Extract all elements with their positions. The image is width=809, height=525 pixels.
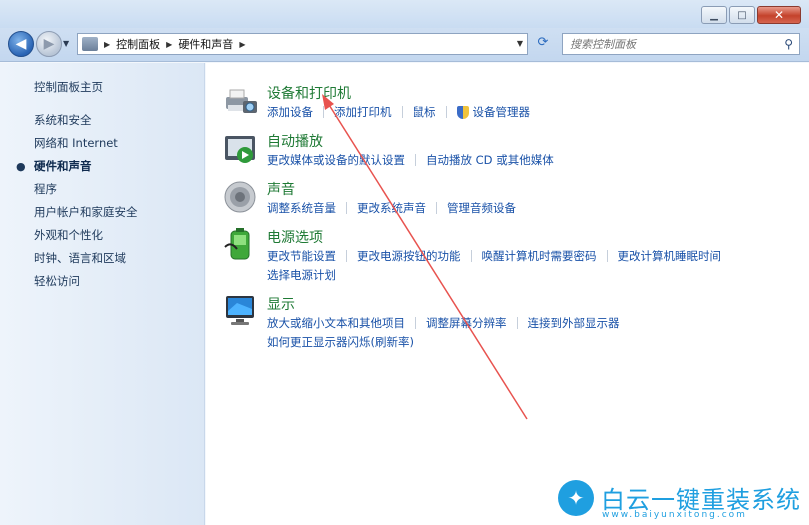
sidebar-item-user-accounts[interactable]: 用户帐户和家庭安全 — [34, 204, 138, 220]
recent-pages-dropdown-icon[interactable]: ▼ — [63, 39, 69, 48]
link-choose-power-plan[interactable]: 选择电源计划 — [267, 267, 336, 283]
link-device-manager[interactable]: 设备管理器 — [473, 104, 531, 120]
link-divider — [445, 106, 447, 118]
link-add-device[interactable]: 添加设备 — [267, 104, 313, 120]
maximize-icon: □ — [737, 9, 747, 21]
monitor-icon[interactable] — [223, 293, 259, 329]
link-screen-resolution[interactable]: 调整屏幕分辨率 — [426, 315, 507, 331]
forward-arrow-icon: ▶ — [43, 36, 55, 52]
minimize-icon: ▁ — [710, 9, 718, 21]
breadcrumb-chevron-icon[interactable]: ▶ — [104, 40, 110, 49]
minimize-button[interactable]: ▁ — [701, 6, 727, 24]
link-fix-flicker[interactable]: 如何更正显示器闪烁(刷新率) — [267, 334, 414, 350]
sidebar-item-network[interactable]: 网络和 Internet — [34, 135, 118, 151]
category-title-display[interactable]: 显示 — [267, 294, 295, 314]
back-arrow-icon: ◀ — [15, 36, 27, 52]
link-divider — [415, 317, 416, 329]
printer-icon[interactable] — [223, 83, 259, 119]
search-input[interactable] — [570, 37, 770, 51]
maximize-button[interactable]: □ — [729, 6, 755, 24]
link-password-on-wake[interactable]: 唤醒计算机时需要密码 — [482, 248, 597, 264]
link-power-button-function[interactable]: 更改电源按钮的功能 — [357, 248, 461, 264]
breadcrumb-control-panel[interactable]: 控制面板 — [116, 36, 160, 52]
link-divider — [516, 317, 518, 329]
link-manage-audio-devices[interactable]: 管理音频设备 — [447, 200, 516, 216]
address-bar[interactable]: ▶ 控制面板 ▶ 硬件和声音 ▶ ▼ — [77, 33, 528, 55]
sidebar-item-clock-region[interactable]: 时钟、语言和区域 — [34, 250, 126, 266]
power-links: 更改节能设置 更改电源按钮的功能 唤醒计算机时需要密码 更改计算机睡眠时间 — [267, 248, 721, 264]
speaker-icon[interactable] — [223, 179, 259, 215]
address-dropdown-icon[interactable]: ▼ — [517, 39, 523, 48]
watermark: ✦ 白云一键重装系统 www.baiyunxitong.com — [558, 476, 808, 524]
sidebar-item-hardware-sound[interactable]: 硬件和声音 — [34, 158, 92, 174]
title-bar: ▁ □ ✕ — [0, 0, 809, 28]
devices-printers-links: 添加设备 添加打印机 鼠标 设备管理器 — [267, 104, 530, 120]
refresh-icon[interactable]: ⟳ — [533, 35, 553, 53]
sidebar-item-system-security[interactable]: 系统和安全 — [34, 112, 92, 128]
autoplay-icon[interactable] — [223, 131, 259, 167]
left-nav-pane: 控制面板主页 系统和安全 网络和 Internet ● 硬件和声音 程序 用户帐… — [0, 63, 205, 525]
forward-button[interactable]: ▶ — [36, 31, 62, 57]
window-controls: ▁ □ ✕ — [701, 6, 801, 24]
link-mouse[interactable]: 鼠标 — [413, 104, 436, 120]
link-text-size[interactable]: 放大或缩小文本和其他项目 — [267, 315, 405, 331]
category-title-sound[interactable]: 声音 — [267, 179, 295, 199]
link-divider — [346, 202, 347, 214]
category-title-devices-printers[interactable]: 设备和打印机 — [267, 83, 351, 103]
display-links: 放大或缩小文本和其他项目 调整屏幕分辨率 连接到外部显示器 — [267, 315, 620, 331]
sidebar-item-appearance[interactable]: 外观和个性化 — [34, 227, 103, 243]
link-adjust-volume[interactable]: 调整系统音量 — [267, 200, 336, 216]
sidebar-item-programs[interactable]: 程序 — [34, 181, 57, 197]
navigation-toolbar: ◀ ▶ ▼ ▶ 控制面板 ▶ 硬件和声音 ▶ ▼ ⟳ ⚲ — [0, 28, 809, 62]
close-icon: ✕ — [773, 8, 785, 22]
uac-shield-icon — [456, 105, 469, 119]
link-change-power-saving[interactable]: 更改节能设置 — [267, 248, 336, 264]
display-links-row2: 如何更正显示器闪烁(刷新率) — [267, 334, 414, 350]
link-divider — [346, 250, 347, 262]
autoplay-links: 更改媒体或设备的默认设置 自动播放 CD 或其他媒体 — [267, 152, 554, 168]
breadcrumb-chevron-icon[interactable]: ▶ — [166, 40, 172, 49]
breadcrumb-hardware-sound[interactable]: 硬件和声音 — [178, 36, 233, 52]
watermark-url: www.baiyunxitong.com — [602, 510, 747, 520]
link-change-media-defaults[interactable]: 更改媒体或设备的默认设置 — [267, 152, 405, 168]
link-external-display[interactable]: 连接到外部显示器 — [528, 315, 620, 331]
back-button[interactable]: ◀ — [8, 31, 34, 57]
battery-icon[interactable] — [223, 227, 259, 263]
category-title-power-options[interactable]: 电源选项 — [267, 227, 323, 247]
power-links-row2: 选择电源计划 — [267, 267, 336, 283]
category-title-autoplay[interactable]: 自动播放 — [267, 131, 323, 151]
main-content: 设备和打印机 添加设备 添加打印机 鼠标 设备管理器 自动播放 更改媒体或设备的… — [206, 63, 809, 525]
sound-links: 调整系统音量 更改系统声音 管理音频设备 — [267, 200, 516, 216]
link-add-printer[interactable]: 添加打印机 — [334, 104, 392, 120]
link-divider — [436, 202, 437, 214]
link-divider — [606, 250, 608, 262]
search-box[interactable]: ⚲ — [562, 33, 800, 55]
twitter-bird-logo-icon: ✦ — [558, 480, 594, 516]
close-button[interactable]: ✕ — [757, 6, 801, 24]
link-autoplay-cd[interactable]: 自动播放 CD 或其他媒体 — [426, 152, 554, 168]
link-sleep-time[interactable]: 更改计算机睡眠时间 — [618, 248, 722, 264]
current-item-bullet-icon: ● — [16, 160, 26, 173]
link-divider — [470, 250, 472, 262]
link-divider — [323, 106, 324, 118]
sidebar-item-ease-of-access[interactable]: 轻松访问 — [34, 273, 80, 289]
sidebar-item-home[interactable]: 控制面板主页 — [34, 79, 103, 95]
link-divider — [415, 154, 416, 166]
breadcrumb-chevron-icon[interactable]: ▶ — [239, 40, 245, 49]
search-icon[interactable]: ⚲ — [784, 37, 793, 51]
link-divider — [401, 106, 403, 118]
link-change-sounds[interactable]: 更改系统声音 — [357, 200, 426, 216]
control-panel-icon — [82, 37, 98, 51]
